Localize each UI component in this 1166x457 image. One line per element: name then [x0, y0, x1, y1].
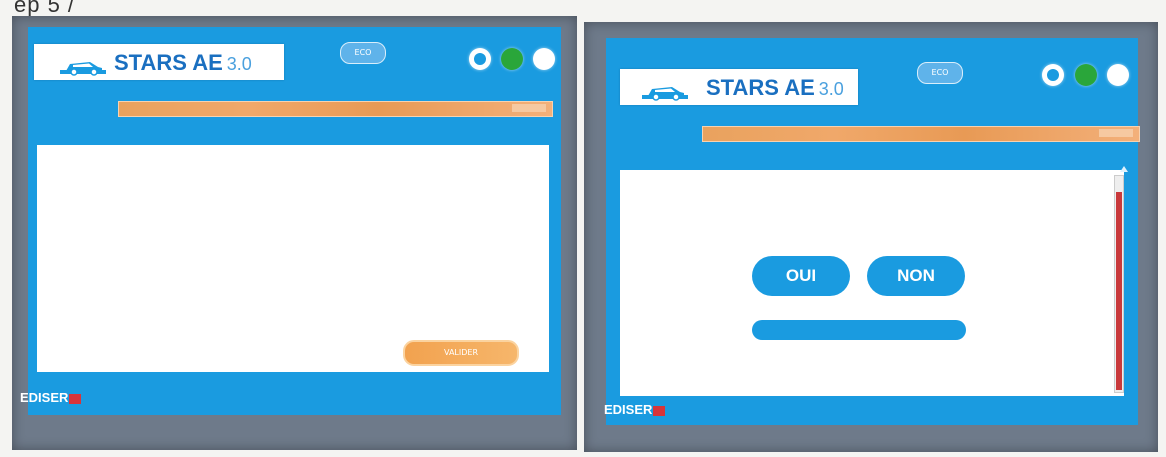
content-area: VALIDER [37, 145, 549, 372]
ediser-logo: EDISER [604, 402, 666, 417]
progress-bar [702, 126, 1140, 142]
settings-icon[interactable] [1107, 64, 1129, 86]
scrollbar[interactable] [1114, 175, 1124, 393]
scroll-up-icon[interactable] [1120, 157, 1128, 172]
ediser-logo: EDISER [20, 390, 82, 405]
app-screen: STARS AE 3.0 ECO OUI NON [606, 38, 1140, 425]
car-icon [60, 62, 106, 76]
app-version: 3.0 [818, 79, 844, 99]
brand-mark-icon [69, 393, 82, 404]
brand-name: EDISER [604, 402, 653, 417]
validate-button[interactable]: VALIDER [403, 340, 519, 366]
settings-icon[interactable] [533, 48, 555, 70]
left-screenshot: STARS AE 3.0 ECO VALIDER EDISER [12, 16, 577, 450]
progress-bar [118, 101, 553, 117]
right-screenshot: STARS AE 3.0 ECO OUI NON EDISER [584, 22, 1158, 452]
app-version: 3.0 [226, 54, 252, 74]
app-screen: STARS AE 3.0 ECO VALIDER [28, 27, 561, 415]
eco-pill-button[interactable]: ECO [917, 62, 963, 84]
brand-mark-icon [653, 405, 666, 416]
app-title-label: STARS AE [114, 50, 223, 75]
status-green-icon[interactable] [1075, 64, 1097, 86]
progress-marker [1099, 129, 1133, 137]
logo-icon[interactable] [1042, 64, 1064, 86]
title-box: STARS AE 3.0 [620, 69, 858, 105]
no-button[interactable]: NON [867, 256, 965, 296]
logo-icon[interactable] [469, 48, 491, 70]
app-title-label: STARS AE [706, 75, 815, 100]
secondary-button[interactable] [752, 320, 966, 340]
title-box: STARS AE 3.0 [34, 44, 284, 80]
brand-name: EDISER [20, 390, 69, 405]
progress-marker [512, 104, 546, 112]
car-icon [642, 87, 688, 101]
content-area: OUI NON [620, 170, 1124, 396]
app-title: STARS AE 3.0 [706, 75, 844, 101]
scrollbar-thumb[interactable] [1116, 192, 1122, 390]
eco-pill-button[interactable]: ECO [340, 42, 386, 64]
status-green-icon[interactable] [501, 48, 523, 70]
yes-button[interactable]: OUI [752, 256, 850, 296]
app-title: STARS AE 3.0 [114, 50, 252, 76]
